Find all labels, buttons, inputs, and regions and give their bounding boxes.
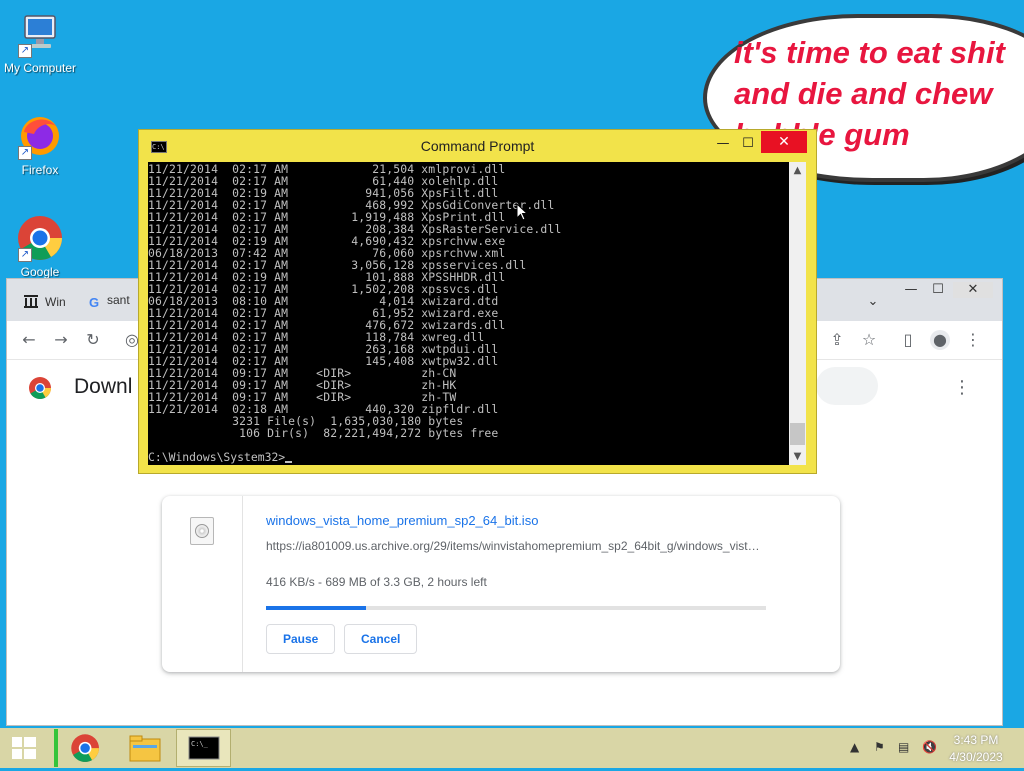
pause-button[interactable]: Pause (266, 624, 336, 654)
computer-icon: ↗ (16, 10, 64, 58)
page-title: Downl (74, 375, 133, 398)
firefox-icon: ↗ (16, 112, 64, 160)
tab-search-chevron-icon[interactable]: ⌄ (863, 294, 883, 310)
mouse-pointer-icon (516, 202, 529, 225)
divider (242, 496, 243, 672)
minimize-button[interactable]: — (713, 134, 733, 154)
download-progress-fill (266, 606, 366, 610)
chrome-icon (71, 734, 99, 762)
bookmark-star-icon[interactable]: ☆ (859, 330, 879, 350)
tab-google[interactable]: Gsant (89, 293, 130, 321)
tab-label: sant (107, 293, 130, 307)
taskbar-file-explorer[interactable] (117, 729, 172, 767)
console-text: 11/21/2014 02:17 AM 21,504 xmlprovi.dll … (148, 162, 562, 440)
chrome-icon: ↗ (16, 214, 64, 262)
download-status: 416 KB/s - 689 MB of 3.3 GB, 2 hours lef… (266, 575, 487, 589)
folder-icon (129, 735, 161, 762)
chrome-menu-icon[interactable]: ⋮ (963, 330, 983, 350)
cmd-titlebar[interactable]: C:\ Command Prompt — ☐ ✕ (139, 130, 816, 162)
close-button[interactable]: ✕ (761, 131, 807, 153)
command-prompt-window[interactable]: C:\ Command Prompt — ☐ ✕ 11/21/2014 02:1… (139, 130, 816, 473)
more-actions-icon[interactable]: ⋮ (952, 377, 972, 398)
taskbar-chrome[interactable] (54, 729, 113, 767)
close-button[interactable]: ✕ (953, 282, 993, 298)
show-hidden-icons-chevron-up-icon[interactable]: ▲ (850, 740, 859, 754)
windows-logo-icon (12, 737, 36, 759)
chrome-logo-icon (28, 376, 52, 400)
download-filename-link[interactable]: windows_vista_home_premium_sp2_64_bit.is… (266, 513, 538, 528)
shortcut-arrow-icon: ↗ (18, 146, 32, 160)
maximize-button[interactable]: ☐ (738, 134, 758, 154)
maximize-button[interactable]: ☐ (928, 282, 948, 298)
download-progress-bar (266, 606, 766, 610)
console-prompt: C:\Windows\System32> (148, 450, 286, 464)
forward-button[interactable]: → (51, 330, 71, 350)
action-center-flag-icon[interactable]: ⚑ (874, 740, 885, 754)
console-icon: C:\_ (188, 736, 220, 760)
console-prompt-line[interactable]: C:\Windows\System32> (148, 450, 293, 464)
profile-avatar-icon[interactable]: ● (930, 330, 950, 350)
tab-label: Win (45, 295, 66, 309)
share-icon[interactable]: ⇪ (827, 330, 847, 350)
desktop-icon-label: My Computer (3, 61, 77, 75)
side-panel-icon[interactable]: ▯ (898, 330, 918, 350)
downloads-search-field[interactable] (816, 367, 878, 405)
clock-time[interactable]: 3:43 PM (944, 733, 1008, 747)
desktop-icon-my-computer[interactable]: ↗ My Computer (0, 10, 80, 75)
taskbar-command-prompt[interactable]: C:\_ (176, 729, 231, 767)
console-output[interactable]: 11/21/2014 02:17 AM 21,504 xmlprovi.dll … (148, 162, 806, 465)
scroll-up-icon[interactable]: ▲ (789, 162, 806, 179)
disc-image-file-icon (190, 517, 214, 545)
desktop-icon-label: Google (20, 265, 60, 279)
clock-date[interactable]: 4/30/2023 (944, 750, 1008, 764)
svg-text:C:\_: C:\_ (191, 740, 209, 748)
start-button[interactable] (0, 729, 48, 767)
desktop-icon-label: Firefox (21, 163, 59, 177)
archive-icon (23, 293, 39, 309)
vertical-scrollbar[interactable]: ▲ ▼ (789, 162, 806, 465)
minimize-button[interactable]: — (901, 282, 921, 298)
desktop-icon-firefox[interactable]: ↗ Firefox (0, 112, 80, 177)
shortcut-arrow-icon: ↗ (18, 44, 32, 58)
google-g-icon: G (89, 295, 100, 310)
taskbar: C:\_ ▲ ⚑ ▤ 🔇 3:43 PM 4/30/2023 (0, 728, 1024, 768)
download-item-card: windows_vista_home_premium_sp2_64_bit.is… (162, 496, 840, 672)
download-source-url: https://ia801009.us.archive.org/29/items… (266, 539, 766, 553)
shortcut-arrow-icon: ↗ (18, 248, 32, 262)
scrollbar-thumb[interactable] (790, 423, 805, 445)
back-button[interactable]: ← (19, 330, 39, 350)
system-tray: ▲ ⚑ ▤ 🔇 (850, 740, 940, 758)
cancel-button[interactable]: Cancel (344, 624, 418, 654)
speaker-muted-icon[interactable]: 🔇 (922, 740, 937, 754)
reload-button[interactable]: ↻ (83, 330, 103, 350)
tab-archive[interactable]: Win (23, 293, 66, 321)
scroll-down-icon[interactable]: ▼ (789, 448, 806, 465)
desktop-icon-google[interactable]: ↗ Google (0, 214, 80, 279)
text-cursor (285, 461, 293, 463)
network-icon[interactable]: ▤ (898, 740, 909, 754)
